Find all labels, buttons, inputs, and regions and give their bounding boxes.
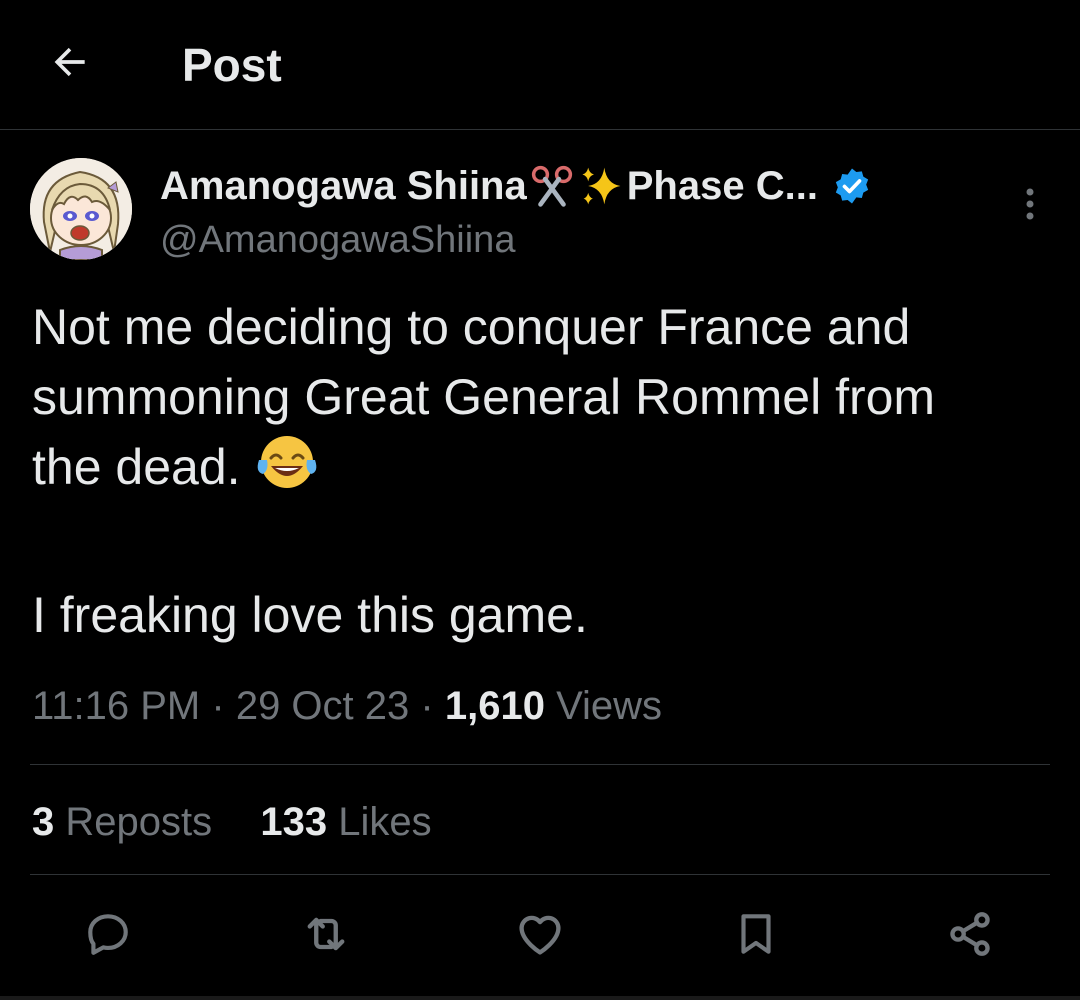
views-label: Views xyxy=(556,684,663,728)
repost-icon xyxy=(307,917,345,951)
engagement-stats: 3 Reposts 133 Likes xyxy=(32,796,432,848)
post-meta: 11:16 PM · 29 Oct 23 · 1,610 Views xyxy=(32,680,662,732)
sparkles-emoji-icon xyxy=(579,163,625,209)
likes-label: Likes xyxy=(338,800,432,844)
likes-stat[interactable]: 133 Likes xyxy=(260,800,431,844)
post-line: the dead. xyxy=(32,439,241,495)
face-with-tears-of-joy-emoji-icon xyxy=(255,432,319,510)
post-line: summoning Great General Rommel from xyxy=(32,369,936,425)
reposts-stat[interactable]: 3 Reposts xyxy=(32,800,212,844)
verified-badge-icon xyxy=(832,166,872,206)
reply-button[interactable] xyxy=(80,906,136,962)
post-time: 11:16 PM xyxy=(32,684,201,728)
like-icon xyxy=(519,915,561,955)
reposts-count: 3 xyxy=(32,800,55,844)
meta-separator: · xyxy=(420,684,434,728)
post-line: Not me deciding to conquer France and xyxy=(32,299,911,355)
page-title: Post xyxy=(182,39,282,91)
top-bar: Post xyxy=(0,0,1080,130)
meta-separator: · xyxy=(211,684,225,728)
scissors-emoji-icon xyxy=(529,163,575,209)
share-icon xyxy=(950,912,990,956)
post-date: 29 Oct 23 xyxy=(235,684,410,728)
likes-count: 133 xyxy=(260,800,328,844)
avatar[interactable] xyxy=(30,158,132,260)
more-vertical-icon xyxy=(1026,188,1034,220)
bookmark-icon xyxy=(741,914,771,954)
post-text: Not me deciding to conquer France and su… xyxy=(32,292,1052,650)
action-bar xyxy=(0,900,1080,970)
back-button[interactable] xyxy=(38,30,102,94)
reply-icon xyxy=(88,914,128,955)
divider xyxy=(30,874,1050,875)
author-display-name[interactable]: Amanogawa Shiina xyxy=(160,164,527,209)
author-name-suffix[interactable]: Phase C... xyxy=(627,164,818,209)
reposts-label: Reposts xyxy=(65,800,213,844)
arrow-left-icon xyxy=(54,47,85,77)
author-handle[interactable]: @AmanogawaShiina xyxy=(160,216,515,264)
post-line-with-emoji: the dead. xyxy=(32,432,1052,510)
repost-button[interactable] xyxy=(298,906,354,962)
divider xyxy=(30,764,1050,765)
more-options-button[interactable] xyxy=(1006,180,1054,228)
bookmark-button[interactable] xyxy=(728,906,784,962)
post-line: I freaking love this game. xyxy=(32,587,588,643)
like-button[interactable] xyxy=(512,906,568,962)
author-name-row[interactable]: Amanogawa Shiina Phase C... xyxy=(160,158,872,214)
views-count: 1,610 xyxy=(444,684,545,728)
bottom-divider xyxy=(0,996,1080,1000)
share-button[interactable] xyxy=(942,906,998,962)
